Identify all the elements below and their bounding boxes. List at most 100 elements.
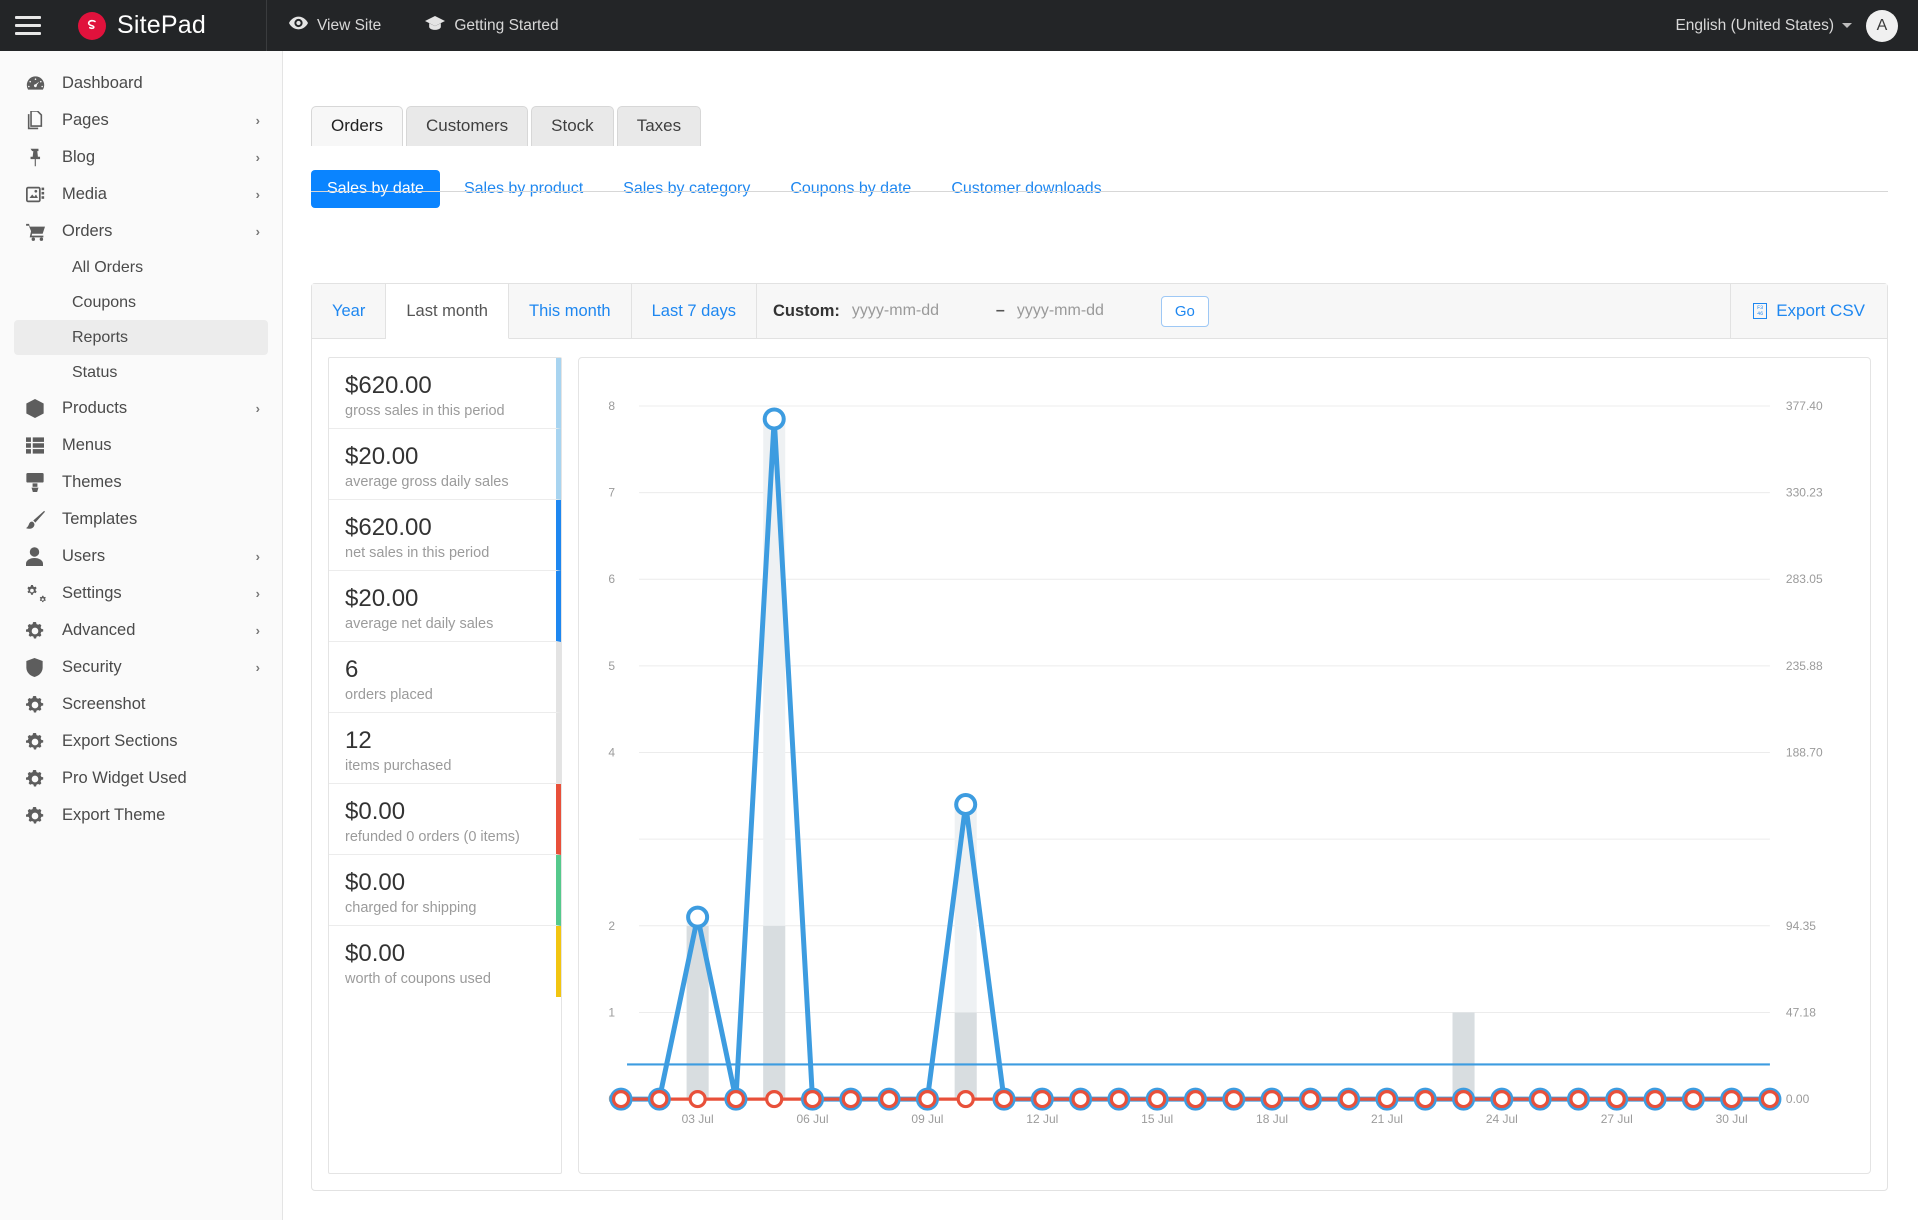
sidebar-item-pro-widget-used[interactable]: Pro Widget Used xyxy=(0,760,282,797)
stat-label: orders placed xyxy=(345,687,433,704)
stat-label: gross sales in this period xyxy=(345,403,505,420)
chart-point[interactable] xyxy=(650,1090,669,1109)
stat-card[interactable]: $620.00 gross sales in this period xyxy=(329,358,561,429)
chart-point[interactable] xyxy=(1109,1090,1128,1109)
chart-point[interactable] xyxy=(1492,1090,1511,1109)
box-icon xyxy=(26,399,50,418)
sidebar-subitem-reports[interactable]: Reports xyxy=(14,320,268,355)
chart-point[interactable] xyxy=(1607,1090,1626,1109)
range-tab-this-month[interactable]: This month xyxy=(509,284,632,338)
avatar[interactable]: A xyxy=(1866,9,1898,42)
gear-icon xyxy=(26,732,50,751)
tab-taxes[interactable]: Taxes xyxy=(616,106,702,146)
custom-from-input[interactable] xyxy=(851,302,984,320)
sidebar-subitem-coupons[interactable]: Coupons xyxy=(0,285,268,320)
chart-point[interactable] xyxy=(726,1090,746,1109)
chart-point[interactable] xyxy=(841,1090,860,1109)
chart-point[interactable] xyxy=(1760,1090,1780,1109)
chart-point[interactable] xyxy=(1262,1090,1282,1109)
sidebar-item-menus[interactable]: Menus xyxy=(0,427,282,464)
y-axis-right-tick: 283.05 xyxy=(1786,572,1823,586)
chart-point[interactable] xyxy=(803,1090,822,1109)
range-tab-last-month[interactable]: Last month xyxy=(386,284,509,339)
sales-chart[interactable]: 012456780.0047.1894.35188.70235.88283.05… xyxy=(578,357,1871,1174)
chart-point[interactable] xyxy=(688,1090,707,1109)
stat-card[interactable]: $20.00 average net daily sales xyxy=(329,571,561,642)
stat-card[interactable]: 12 items purchased xyxy=(329,713,561,784)
chart-point[interactable] xyxy=(1416,1090,1435,1109)
sidebar-item-products[interactable]: Products › xyxy=(0,390,282,427)
chart-point[interactable] xyxy=(1186,1090,1205,1109)
menu-toggle-icon[interactable] xyxy=(0,16,56,35)
chart-point[interactable] xyxy=(956,1090,975,1109)
sidebar-item-users[interactable]: Users › xyxy=(0,538,282,575)
sidebar-item-orders[interactable]: Orders › xyxy=(0,213,282,250)
tab-customers[interactable]: Customers xyxy=(405,106,529,146)
stat-card[interactable]: $0.00 refunded 0 orders (0 items) xyxy=(329,784,561,855)
chart-point[interactable] xyxy=(1033,1090,1052,1109)
chart-point[interactable] xyxy=(1377,1090,1397,1109)
chart-point[interactable] xyxy=(686,905,710,929)
sidebar-item-export-sections[interactable]: Export Sections xyxy=(0,723,282,760)
chart-point[interactable] xyxy=(1722,1090,1741,1109)
stat-value: $620.00 xyxy=(345,514,432,541)
sidebar-item-security[interactable]: Security › xyxy=(0,649,282,686)
sidebar-item-themes[interactable]: Themes xyxy=(0,464,282,501)
sidebar-item-blog[interactable]: Blog › xyxy=(0,139,282,176)
sidebar-item-media[interactable]: Media › xyxy=(0,176,282,213)
report-link-sales-by-product[interactable]: Sales by product xyxy=(448,170,599,208)
getting-started-label: Getting Started xyxy=(454,16,559,34)
language-selector[interactable]: English (United States) xyxy=(1675,17,1852,35)
chart-point[interactable] xyxy=(765,1090,784,1109)
stat-card[interactable]: $20.00 average gross daily sales xyxy=(329,429,561,500)
range-tab-label: Year xyxy=(332,301,366,320)
range-tab-year[interactable]: Year xyxy=(312,284,387,338)
chart-point[interactable] xyxy=(918,1090,937,1109)
chart-point[interactable] xyxy=(1148,1090,1167,1109)
sidebar-item-advanced[interactable]: Advanced › xyxy=(0,612,282,649)
view-site-link[interactable]: View Site xyxy=(267,0,403,51)
stat-card[interactable]: $0.00 charged for shipping xyxy=(329,855,561,926)
stat-card[interactable]: $0.00 worth of coupons used xyxy=(329,926,561,997)
stat-label: average net daily sales xyxy=(345,616,494,633)
chart-point[interactable] xyxy=(1645,1090,1665,1109)
chart-point[interactable] xyxy=(954,793,978,816)
chart-point[interactable] xyxy=(1071,1090,1090,1109)
report-link-sales-by-date[interactable]: Sales by date xyxy=(311,170,440,208)
chart-point[interactable] xyxy=(1684,1090,1703,1109)
sidebar-item-export-theme[interactable]: Export Theme xyxy=(0,797,282,834)
chart-point[interactable] xyxy=(1531,1090,1550,1109)
tabs-underline xyxy=(311,191,1888,192)
stat-card[interactable]: $620.00 net sales in this period xyxy=(329,500,561,571)
range-tab-last-7-days[interactable]: Last 7 days xyxy=(632,284,757,338)
sidebar-item-templates[interactable]: Templates xyxy=(0,501,282,538)
range-tab-label: Last month xyxy=(406,301,488,320)
chart-point[interactable] xyxy=(994,1090,1014,1109)
sidebar-item-pages[interactable]: Pages › xyxy=(0,102,282,139)
getting-started-link[interactable]: Getting Started xyxy=(403,0,580,51)
chart-point[interactable] xyxy=(1224,1090,1243,1109)
sidebar-item-settings[interactable]: Settings › xyxy=(0,575,282,612)
report-link-sales-by-category[interactable]: Sales by category xyxy=(607,170,766,208)
chart-point[interactable] xyxy=(611,1090,631,1109)
custom-to-input[interactable] xyxy=(1016,302,1149,320)
sidebar-subitem-all-orders[interactable]: All Orders xyxy=(0,250,268,285)
chart-point[interactable] xyxy=(762,407,786,431)
go-button[interactable]: Go xyxy=(1160,295,1209,327)
chart-point[interactable] xyxy=(1569,1090,1588,1109)
sidebar-subitem-status[interactable]: Status xyxy=(0,355,268,390)
export-csv-button[interactable]: F3 46 Export CSV xyxy=(1730,284,1887,338)
tab-stock[interactable]: Stock xyxy=(531,106,614,146)
sidebar-item-screenshot[interactable]: Screenshot xyxy=(0,686,282,723)
tab-orders[interactable]: Orders xyxy=(311,106,403,146)
sidebar-item-dashboard[interactable]: Dashboard xyxy=(0,65,282,102)
chart-point[interactable] xyxy=(1301,1090,1320,1109)
report-link-coupons-by-date[interactable]: Coupons by date xyxy=(774,170,927,208)
stat-card[interactable]: 6 orders placed xyxy=(329,642,561,713)
chart-point[interactable] xyxy=(1339,1090,1358,1109)
brand-logo[interactable]: SitePad xyxy=(78,11,206,40)
chart-point[interactable] xyxy=(879,1090,899,1109)
dashboard-icon xyxy=(26,74,50,93)
chart-point[interactable] xyxy=(1454,1090,1473,1109)
report-link-customer-downloads[interactable]: Customer downloads xyxy=(935,170,1117,208)
